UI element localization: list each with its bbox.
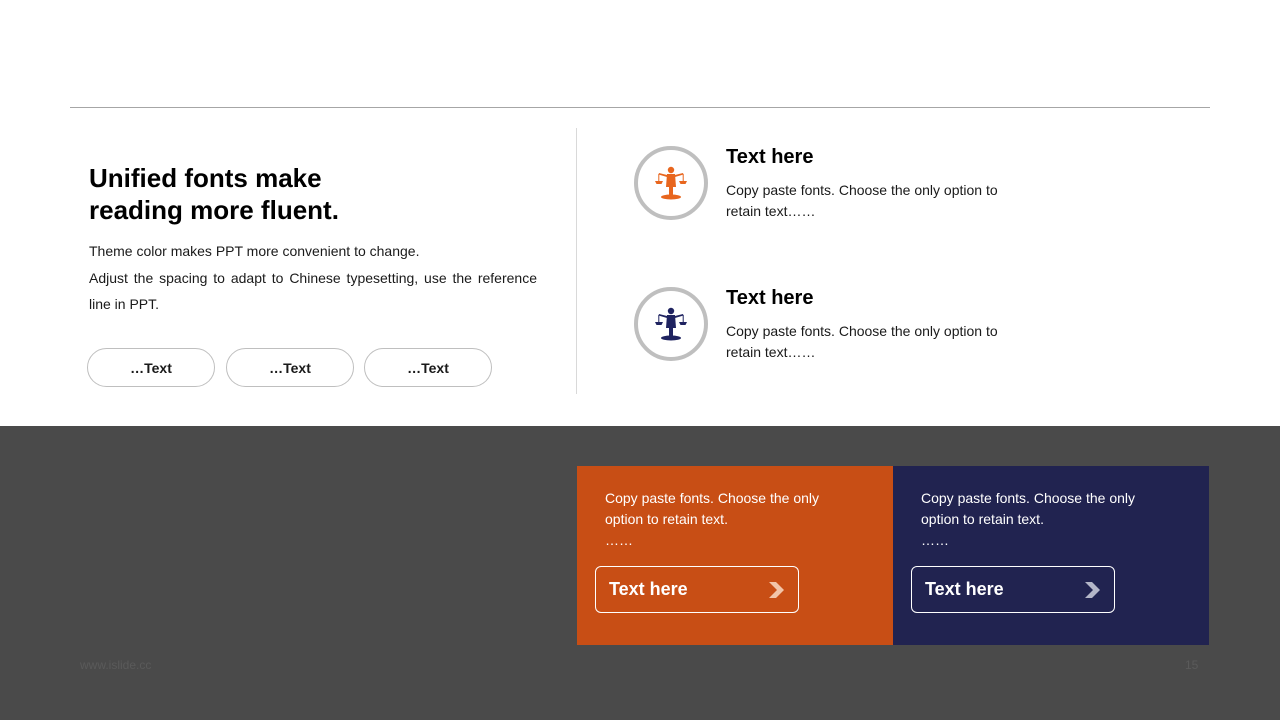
card-text-line-2: option to retain text. — [921, 511, 1044, 527]
orange-card: Copy paste fonts. Choose the only option… — [577, 466, 893, 645]
vertical-divider-line — [576, 128, 577, 394]
headline-line-2: reading more fluent. — [89, 195, 339, 225]
pill-button-2[interactable]: …Text — [226, 348, 354, 387]
card-ellipsis: …… — [605, 532, 633, 548]
feature-item-1: Text here Copy paste fonts. Choose the o… — [634, 146, 1054, 226]
feature-description: Copy paste fonts. Choose the only option… — [726, 321, 1016, 363]
card-text-line-1: Copy paste fonts. Choose the only — [605, 490, 820, 506]
feature-title: Text here — [726, 287, 814, 309]
pill-button-3[interactable]: …Text — [364, 348, 492, 387]
card-button-label: Text here — [925, 579, 1004, 599]
feature-description: Copy paste fonts. Choose the only option… — [726, 180, 1016, 222]
pill-button-1[interactable]: …Text — [87, 348, 215, 387]
icon-circle — [634, 146, 708, 220]
headline-line-1: Unified fonts make — [89, 163, 322, 193]
body-line-3: line in PPT. — [89, 296, 160, 312]
chevron-right-icon — [1085, 581, 1100, 598]
feature-description-line-1: Copy paste fonts. Choose the only option… — [726, 323, 998, 339]
card-button[interactable]: Text here — [595, 566, 799, 613]
card-text: Copy paste fonts. Choose the only option… — [605, 488, 855, 530]
card-text: Copy paste fonts. Choose the only option… — [921, 488, 1171, 530]
top-divider-line — [70, 107, 1210, 108]
card-button[interactable]: Text here — [911, 566, 1115, 613]
feature-item-2: Text here Copy paste fonts. Choose the o… — [634, 287, 1054, 367]
feature-description-line-1: Copy paste fonts. Choose the only option… — [726, 182, 998, 198]
body-line-2: Adjust the spacing to adapt to Chinese t… — [89, 269, 537, 286]
body-line-1: Theme color makes PPT more convenient to… — [89, 243, 420, 259]
card-text-line-1: Copy paste fonts. Choose the only — [921, 490, 1136, 506]
feature-description-line-2: retain text…… — [726, 344, 816, 360]
justice-figure-icon — [655, 166, 687, 200]
icon-circle — [634, 287, 708, 361]
card-ellipsis: …… — [921, 532, 949, 548]
justice-figure-icon — [655, 307, 687, 341]
card-button-label: Text here — [609, 579, 688, 599]
footer-website: www.islide.cc — [80, 658, 152, 672]
body-paragraph: Theme color makes PPT more convenient to… — [89, 238, 537, 318]
feature-description-line-2: retain text…… — [726, 203, 816, 219]
headline: Unified fonts make reading more fluent. — [89, 162, 409, 226]
page-number: 15 — [1185, 658, 1199, 672]
chevron-right-icon — [769, 581, 784, 598]
card-text-line-2: option to retain text. — [605, 511, 728, 527]
feature-title: Text here — [726, 146, 814, 168]
navy-card: Copy paste fonts. Choose the only option… — [893, 466, 1209, 645]
